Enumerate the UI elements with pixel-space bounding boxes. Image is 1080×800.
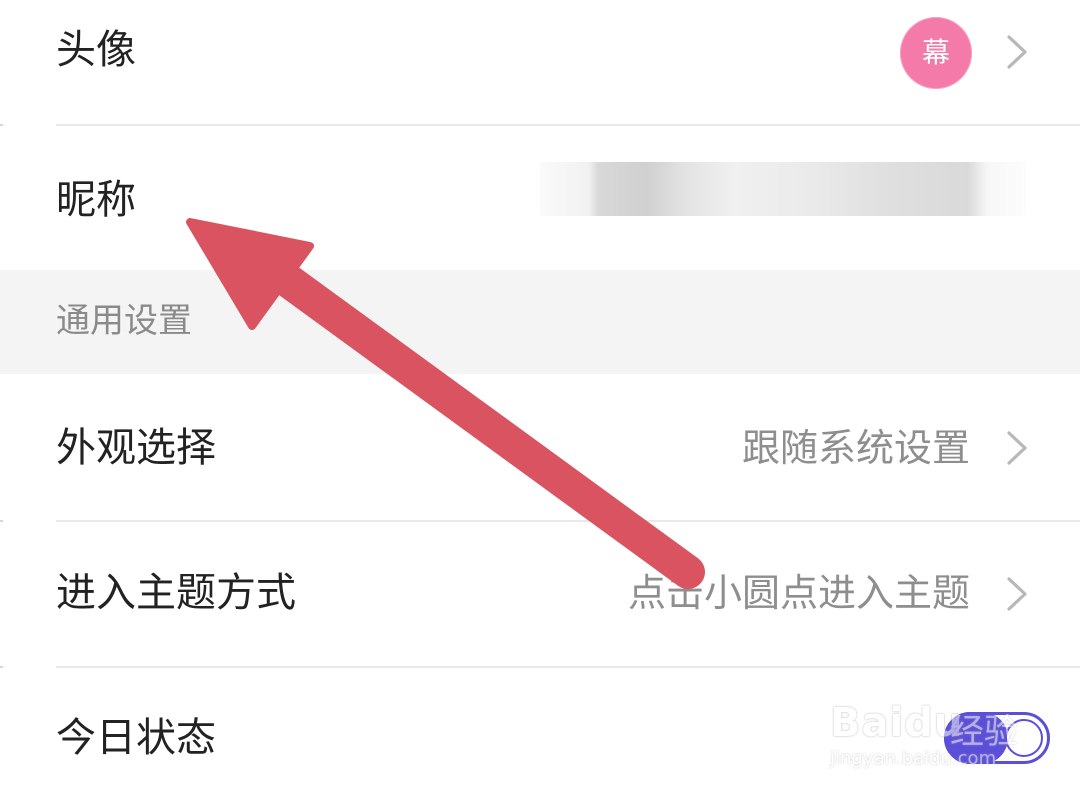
watermark-brand-cn: 经验 <box>950 712 1018 752</box>
avatar-row[interactable]: 头像 幕 <box>0 0 1080 124</box>
enter-theme-row[interactable]: 进入主题方式 点击小圆点进入主题 <box>0 522 1080 666</box>
appearance-value: 跟随系统设置 <box>741 426 970 470</box>
today-status-row-label: 今日状态 <box>56 715 216 761</box>
enter-theme-row-label: 进入主题方式 <box>56 570 296 616</box>
section-title: 通用设置 <box>56 301 192 341</box>
nickname-row-label: 昵称 <box>56 177 136 223</box>
general-settings-header: 通用设置 <box>0 270 1080 374</box>
watermark-url: jingyan.baidu.com <box>830 748 997 769</box>
chevron-right-icon <box>1007 577 1027 611</box>
chevron-right-icon <box>1007 35 1027 69</box>
nickname-value-blurred <box>540 162 1026 216</box>
avatar-row-label: 头像 <box>56 27 136 73</box>
appearance-row-label: 外观选择 <box>56 425 216 471</box>
chevron-right-icon <box>1007 431 1027 465</box>
appearance-row[interactable]: 外观选择 跟随系统设置 <box>0 374 1080 520</box>
baidu-watermark: Baidu 经验 jingyan.baidu.com <box>830 700 1060 780</box>
avatar[interactable]: 幕 <box>900 17 972 89</box>
nickname-row[interactable]: 昵称 <box>0 126 1080 270</box>
watermark-brand: Baidu <box>830 700 964 746</box>
enter-theme-value: 点击小圆点进入主题 <box>627 571 970 615</box>
